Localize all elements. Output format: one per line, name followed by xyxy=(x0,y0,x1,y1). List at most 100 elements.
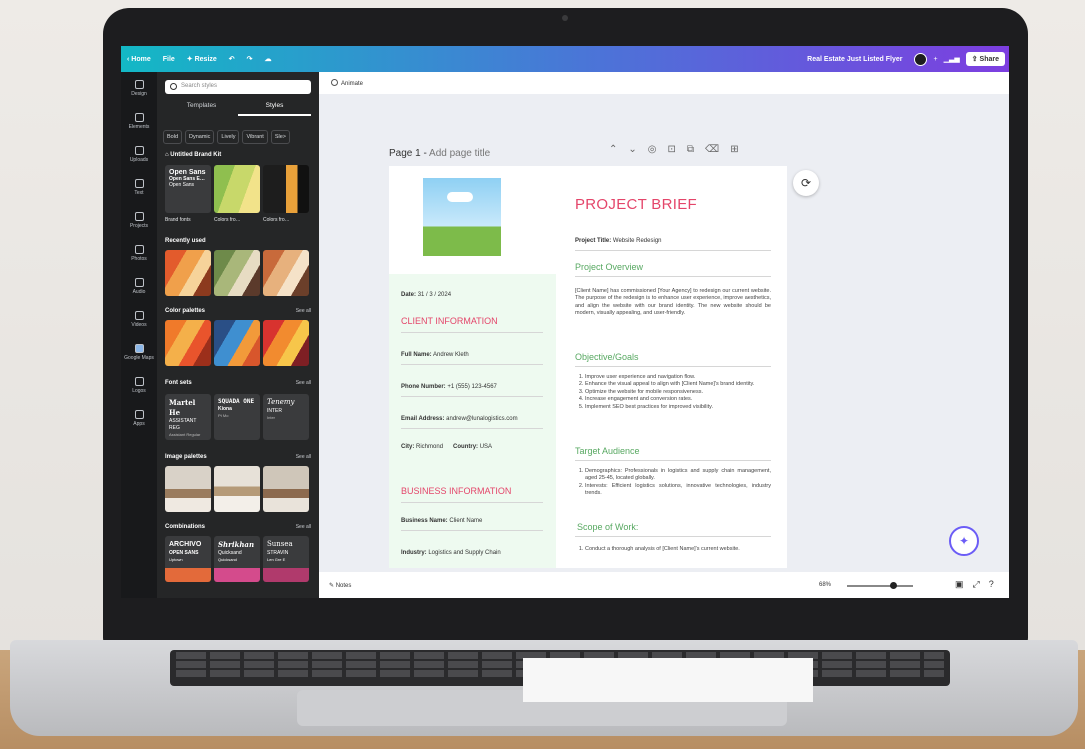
chart-icon[interactable]: ▁▃▅ xyxy=(944,55,960,63)
business-info-heading[interactable]: BUSINESS INFORMATION xyxy=(401,486,511,496)
rail-photos[interactable]: Photos xyxy=(121,237,157,270)
rail-apps[interactable]: Apps xyxy=(121,402,157,435)
rail-text[interactable]: Text xyxy=(121,171,157,204)
resize-button[interactable]: ✦ Resize xyxy=(181,55,223,63)
color-palette-1[interactable] xyxy=(165,320,211,366)
recent-style-1[interactable] xyxy=(165,250,211,296)
overview-text[interactable]: [Client Name] has commissioned [Your Age… xyxy=(575,288,771,318)
recent-style-2[interactable] xyxy=(214,250,260,296)
tab-templates[interactable]: Templates xyxy=(165,102,238,116)
scope-heading[interactable]: Scope of Work: xyxy=(577,522,638,532)
chip-more[interactable]: Sle> xyxy=(270,130,290,144)
style-chips: Bold Dynamic Lively Vibrant Sle> xyxy=(163,130,290,144)
image-palette-2[interactable] xyxy=(214,466,260,512)
page-title-input[interactable]: Add page title xyxy=(429,148,490,159)
project-title-field[interactable]: Project Title: Website Redesign xyxy=(575,238,662,244)
rail-projects[interactable]: Projects xyxy=(121,204,157,237)
objectives-list[interactable]: Improve user experience and navigation f… xyxy=(575,374,771,411)
color-palette-2[interactable] xyxy=(214,320,260,366)
font-set-heading: Martel He xyxy=(169,398,196,417)
help-icon[interactable]: ? xyxy=(989,579,994,590)
divider xyxy=(401,428,543,429)
combination-1[interactable]: ARCHIVO OPEN SANS Uptown xyxy=(165,536,211,582)
see-all-link[interactable]: See all xyxy=(296,308,311,314)
brand-kit-heading[interactable]: ⌂ Untitled Brand Kit xyxy=(165,152,221,158)
zoom-slider[interactable] xyxy=(847,582,913,589)
combo-body: Quicksand xyxy=(218,556,237,562)
image-palette-1[interactable] xyxy=(165,466,211,512)
rail-elements[interactable]: Elements xyxy=(121,105,157,138)
document-title[interactable]: Real Estate Just Listed Flyer xyxy=(801,56,908,63)
cloud-save-icon[interactable]: ☁ xyxy=(259,55,278,63)
industry-field[interactable]: Industry: Logistics and Supply Chain xyxy=(401,550,501,556)
hide-icon[interactable]: ◎ xyxy=(648,144,657,155)
notes-button[interactable]: ✎ Notes xyxy=(329,582,351,589)
client-info-heading[interactable]: CLIENT INFORMATION xyxy=(401,316,498,326)
fullscreen-icon[interactable]: ⤢ xyxy=(973,579,980,590)
zoom-slider-handle[interactable] xyxy=(889,582,897,589)
redo-icon[interactable]: ↷ xyxy=(241,55,259,63)
overview-heading[interactable]: Project Overview xyxy=(575,262,643,272)
recent-style-3[interactable] xyxy=(263,250,309,296)
see-all-link[interactable]: See all xyxy=(296,380,311,386)
rail-label: Videos xyxy=(131,322,147,328)
magic-sparkle-icon[interactable]: ✦ xyxy=(949,526,979,556)
city-field[interactable]: City: Richmond Country: USA xyxy=(401,444,492,450)
document-page[interactable]: Date: 31 / 3 / 2024 CLIENT INFORMATION F… xyxy=(389,166,787,568)
see-all-link[interactable]: See all xyxy=(296,454,311,460)
undo-icon[interactable]: ↶ xyxy=(223,55,241,63)
chip-lively[interactable]: Lively xyxy=(217,130,240,144)
add-collaborator-icon[interactable]: + xyxy=(933,56,937,63)
lock-icon[interactable]: ⊡ xyxy=(668,144,676,155)
combination-2[interactable]: Shrikhan Quicksand Quicksand xyxy=(214,536,260,582)
list-item: Interests: Efficient logistics solutions… xyxy=(585,483,771,498)
combination-3[interactable]: Sunsea STRAVIN Len Gre E xyxy=(263,536,309,582)
avatar[interactable] xyxy=(914,52,928,66)
rail-logos[interactable]: Logos xyxy=(121,369,157,402)
business-name-field[interactable]: Business Name: Client Name xyxy=(401,518,482,524)
brand-colors-swatch-2[interactable] xyxy=(263,165,309,213)
image-palette-3[interactable] xyxy=(263,466,309,512)
brand-colors-swatch-1[interactable] xyxy=(214,165,260,213)
animate-icon xyxy=(331,79,338,86)
logo-icon xyxy=(134,377,144,386)
brand-fonts-card[interactable]: Open Sans Open Sans E… Open Sans xyxy=(165,165,211,213)
duplicate-icon[interactable]: ⧉ xyxy=(687,144,694,155)
rail-google-maps[interactable]: Google Maps xyxy=(121,336,157,369)
rail-design[interactable]: Design xyxy=(121,72,157,105)
see-all-link[interactable]: See all xyxy=(296,524,311,530)
document-title-heading[interactable]: PROJECT BRIEF xyxy=(575,196,697,213)
font-set-1[interactable]: Martel He ASSISTANT REG Assistant Regula… xyxy=(165,394,211,440)
font-set-3[interactable]: Tenemy INTER Inter xyxy=(263,394,309,440)
audience-heading[interactable]: Target Audience xyxy=(575,446,640,456)
chip-bold[interactable]: Bold xyxy=(163,130,183,144)
trash-icon[interactable]: ⌫ xyxy=(705,144,719,155)
file-menu[interactable]: File xyxy=(157,56,181,63)
image-palettes-heading: Image palettes xyxy=(165,454,207,460)
home-button[interactable]: ‹ Home xyxy=(121,56,157,63)
date-field[interactable]: Date: 31 / 3 / 2024 xyxy=(401,292,451,298)
scope-list[interactable]: Conduct a thorough analysis of [Client N… xyxy=(575,546,771,553)
rail-uploads[interactable]: Uploads xyxy=(121,138,157,171)
chip-dynamic[interactable]: Dynamic xyxy=(185,130,215,144)
refresh-icon[interactable]: ⟳ xyxy=(793,170,819,196)
color-palette-3[interactable] xyxy=(263,320,309,366)
search-input[interactable]: Search styles xyxy=(165,80,311,94)
audience-list[interactable]: Demographics: Professionals in logistics… xyxy=(575,468,771,498)
phone-field[interactable]: Phone Number: +1 (555) 123-4567 xyxy=(401,384,497,390)
rail-audio[interactable]: Audio xyxy=(121,270,157,303)
full-name-field[interactable]: Full Name: Andrew Kleth xyxy=(401,352,469,358)
share-button[interactable]: ⇪ Share xyxy=(965,52,1005,66)
chip-vibrant[interactable]: Vibrant xyxy=(242,130,268,144)
chevron-up-icon[interactable]: ⌃ xyxy=(609,144,617,155)
add-page-icon[interactable]: ⊞ xyxy=(730,144,738,155)
objectives-heading[interactable]: Objective/Goals xyxy=(575,352,639,362)
chevron-down-icon[interactable]: ⌄ xyxy=(628,144,636,155)
rail-videos[interactable]: Videos xyxy=(121,303,157,336)
image-placeholder[interactable] xyxy=(423,178,501,256)
font-set-2[interactable]: SQUADA ONE Kiona Pt Mo xyxy=(214,394,260,440)
email-field[interactable]: Email Address: andrew@lunalogistics.com xyxy=(401,416,518,422)
animate-button[interactable]: Animate xyxy=(331,79,363,87)
page-count-icon[interactable]: ▣ xyxy=(955,579,964,590)
tab-styles[interactable]: Styles xyxy=(238,102,311,116)
